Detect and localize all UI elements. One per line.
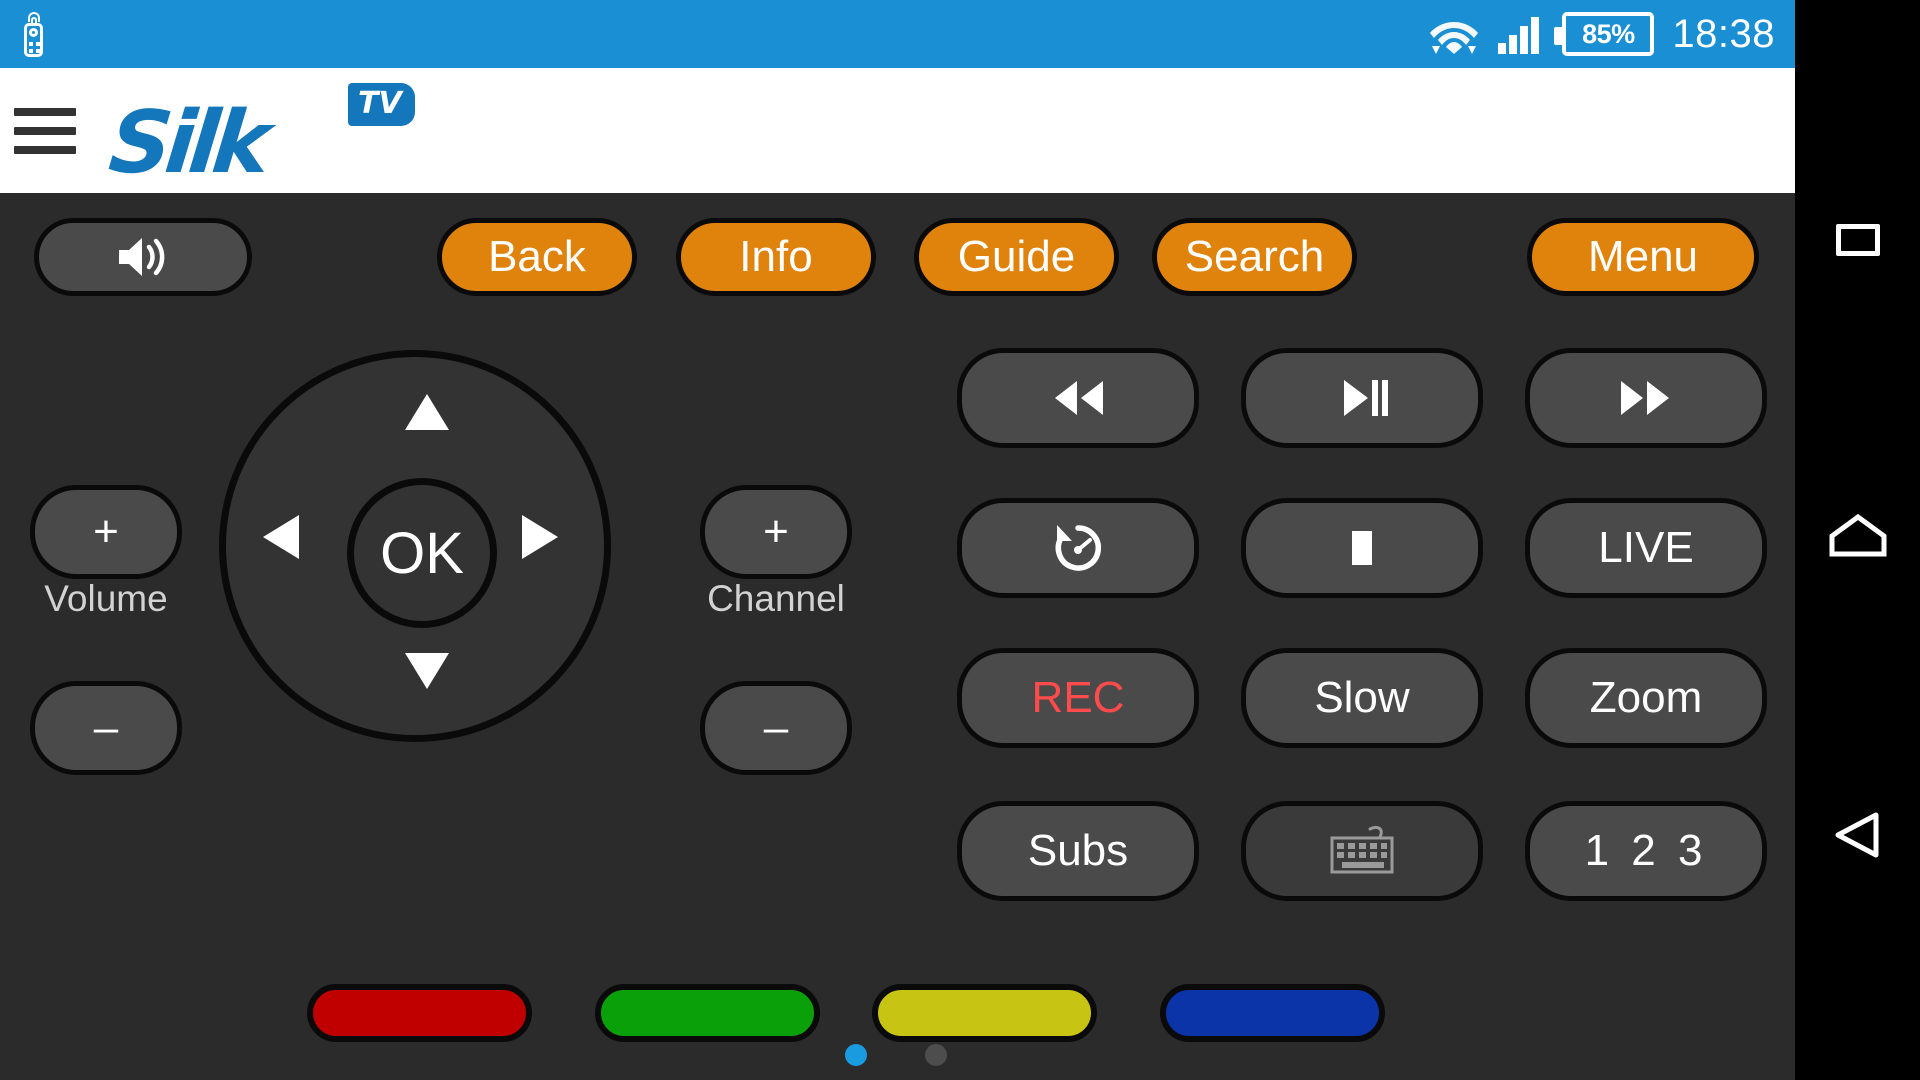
record-button[interactable]: REC xyxy=(957,648,1199,748)
live-button[interactable]: LIVE xyxy=(1525,498,1767,598)
restart-icon xyxy=(1055,525,1102,571)
arrow-down-icon[interactable] xyxy=(405,653,449,689)
page-indicator-active[interactable] xyxy=(845,1044,867,1066)
battery-percent: 85% xyxy=(1582,18,1635,49)
android-nav-bar xyxy=(1795,0,1920,1080)
mute-button[interactable] xyxy=(34,218,252,296)
stop-icon xyxy=(1352,531,1372,565)
channel-down-button[interactable]: – xyxy=(700,681,852,775)
zoom-button[interactable]: Zoom xyxy=(1525,648,1767,748)
status-clock: 18:38 xyxy=(1672,11,1775,56)
channel-up-button[interactable]: + xyxy=(700,485,852,579)
restart-button[interactable] xyxy=(957,498,1199,598)
hamburger-menu-icon[interactable] xyxy=(14,107,76,154)
app-logo: Silk TV xyxy=(105,82,440,193)
slow-button[interactable]: Slow xyxy=(1241,648,1483,748)
rewind-icon xyxy=(1055,381,1103,415)
subtitles-button[interactable]: Subs xyxy=(957,801,1199,901)
color-button-red[interactable] xyxy=(307,984,532,1042)
color-button-blue[interactable] xyxy=(1160,984,1385,1042)
keyboard-button[interactable] xyxy=(1241,801,1483,901)
volume-up-button[interactable]: + xyxy=(30,485,182,579)
nav-home-button[interactable] xyxy=(1795,490,1920,580)
rewind-button[interactable] xyxy=(957,348,1199,448)
play-pause-button[interactable] xyxy=(1241,348,1483,448)
stop-button[interactable] xyxy=(1241,498,1483,598)
fast-forward-button[interactable] xyxy=(1525,348,1767,448)
ok-button[interactable]: OK xyxy=(347,478,497,628)
status-bar: 85% 18:38 xyxy=(0,0,1795,68)
phone-screen: 85% 18:38 Silk TV Back Info Guide Search… xyxy=(0,0,1795,1080)
color-button-green[interactable] xyxy=(595,984,820,1042)
wifi-icon xyxy=(1430,22,1479,54)
page-indicator-inactive[interactable] xyxy=(925,1044,947,1066)
arrow-left-icon[interactable] xyxy=(263,515,299,559)
back-button[interactable]: Back xyxy=(437,218,637,296)
status-bar-left xyxy=(18,11,48,57)
channel-label: Channel xyxy=(707,578,845,619)
search-button[interactable]: Search xyxy=(1152,218,1357,296)
volume-label: Volume xyxy=(44,578,168,619)
recents-square-icon xyxy=(1835,224,1880,256)
arrow-right-icon[interactable] xyxy=(522,515,558,559)
keyboard-icon xyxy=(1330,825,1394,874)
info-button[interactable]: Info xyxy=(676,218,876,296)
back-triangle-icon xyxy=(1835,812,1878,858)
home-icon xyxy=(1829,513,1886,557)
logo-wordmark: Silk xyxy=(104,92,270,193)
cellular-signal-icon xyxy=(1498,14,1544,54)
remote-control-icon xyxy=(18,11,48,57)
fast-forward-icon xyxy=(1621,381,1669,415)
color-button-yellow[interactable] xyxy=(872,984,1097,1042)
play-pause-icon xyxy=(1344,380,1388,416)
app-bar: Silk TV xyxy=(0,68,1795,193)
numeric-button[interactable]: 1 2 3 xyxy=(1525,801,1767,901)
arrow-up-icon[interactable] xyxy=(405,394,449,430)
nav-recents-button[interactable] xyxy=(1795,195,1920,285)
status-bar-right: 85% 18:38 xyxy=(1428,12,1775,57)
battery-indicator: 85% xyxy=(1554,12,1655,56)
volume-down-button[interactable]: – xyxy=(30,681,182,775)
dpad[interactable]: OK xyxy=(219,350,611,742)
remote-panel: Back Info Guide Search Menu + Volume – O… xyxy=(0,193,1795,1080)
screen-root: 85% 18:38 Silk TV Back Info Guide Search… xyxy=(0,0,1920,1080)
nav-back-button[interactable] xyxy=(1795,790,1920,880)
menu-button[interactable]: Menu xyxy=(1527,218,1759,296)
speaker-volume-icon xyxy=(119,238,165,276)
logo-tv-badge: TV xyxy=(348,82,415,126)
guide-button[interactable]: Guide xyxy=(914,218,1119,296)
